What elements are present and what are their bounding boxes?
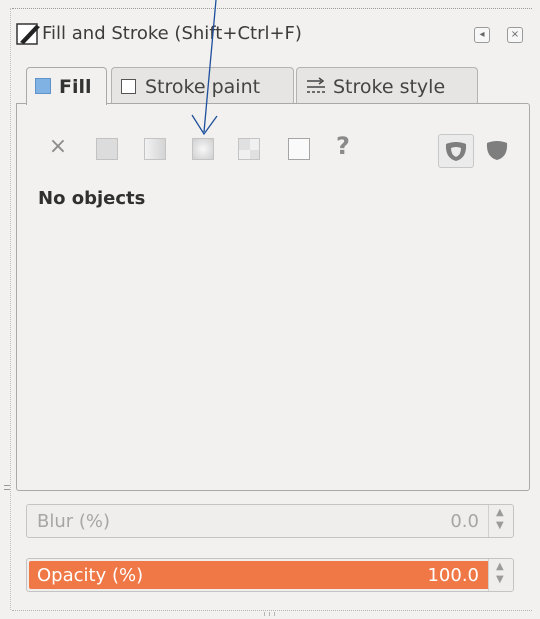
tab-fill-label: Fill bbox=[59, 76, 92, 98]
window-border-bottom bbox=[12, 610, 532, 611]
linear-gradient-button[interactable] bbox=[144, 138, 166, 160]
blur-increment-icon[interactable]: ▲ bbox=[496, 507, 504, 518]
blur-decrement-icon[interactable]: ▼ bbox=[496, 520, 504, 531]
opacity-value: 100.0 bbox=[427, 565, 479, 586]
pattern-button[interactable] bbox=[238, 138, 260, 160]
stroke-paint-icon bbox=[121, 79, 136, 94]
blur-label: Blur (%) bbox=[37, 511, 111, 532]
flat-color-button[interactable] bbox=[96, 138, 118, 160]
blur-spinbutton[interactable]: Blur (%) 0.0 ▲ ▼ bbox=[26, 504, 514, 538]
opacity-decrement-icon[interactable]: ▼ bbox=[496, 574, 504, 585]
unset-paint-button[interactable]: ? bbox=[336, 132, 350, 160]
opacity-increment-icon[interactable]: ▲ bbox=[496, 561, 504, 572]
evenodd-icon bbox=[445, 142, 467, 161]
tab-stroke-style-label: Stroke style bbox=[333, 76, 446, 98]
fill-rule-nonzero-button[interactable] bbox=[484, 134, 510, 168]
fill-rule-evenodd-button[interactable] bbox=[438, 134, 474, 168]
stroke-style-icon bbox=[307, 77, 325, 93]
opacity-spinbutton[interactable]: Opacity (%) 100.0 ▲ ▼ bbox=[26, 558, 514, 592]
dock-resize-handle[interactable] bbox=[4, 485, 10, 495]
opacity-stepper[interactable]: ▲ ▼ bbox=[488, 559, 513, 591]
tab-stroke-style[interactable]: Stroke style bbox=[296, 67, 478, 104]
fill-stroke-brush-icon bbox=[16, 23, 40, 45]
collapse-panel-button[interactable]: ◂ bbox=[474, 27, 490, 43]
dialog-titlebar: Fill and Stroke (Shift+Ctrl+F) ◂ × bbox=[12, 16, 530, 52]
window-border-left bbox=[10, 8, 11, 610]
blur-stepper[interactable]: ▲ ▼ bbox=[488, 505, 513, 537]
opacity-label: Opacity (%) bbox=[37, 565, 144, 586]
no-paint-button[interactable]: × bbox=[48, 134, 68, 160]
swatch-button[interactable] bbox=[288, 138, 310, 160]
close-panel-button[interactable]: × bbox=[507, 27, 523, 43]
tab-stroke-paint-label: Stroke paint bbox=[145, 76, 261, 98]
bottom-resize-grip[interactable] bbox=[258, 612, 282, 616]
nonzero-icon bbox=[486, 141, 508, 160]
tab-stroke-paint[interactable]: Stroke paint bbox=[111, 67, 294, 104]
no-objects-message: No objects bbox=[38, 188, 146, 209]
window-border-top bbox=[12, 8, 532, 9]
blur-value: 0.0 bbox=[450, 511, 479, 532]
tab-fill[interactable]: Fill bbox=[26, 67, 107, 105]
radial-gradient-button[interactable] bbox=[192, 138, 214, 160]
fill-tab-icon bbox=[35, 78, 51, 94]
dialog-title: Fill and Stroke (Shift+Ctrl+F) bbox=[42, 23, 302, 44]
